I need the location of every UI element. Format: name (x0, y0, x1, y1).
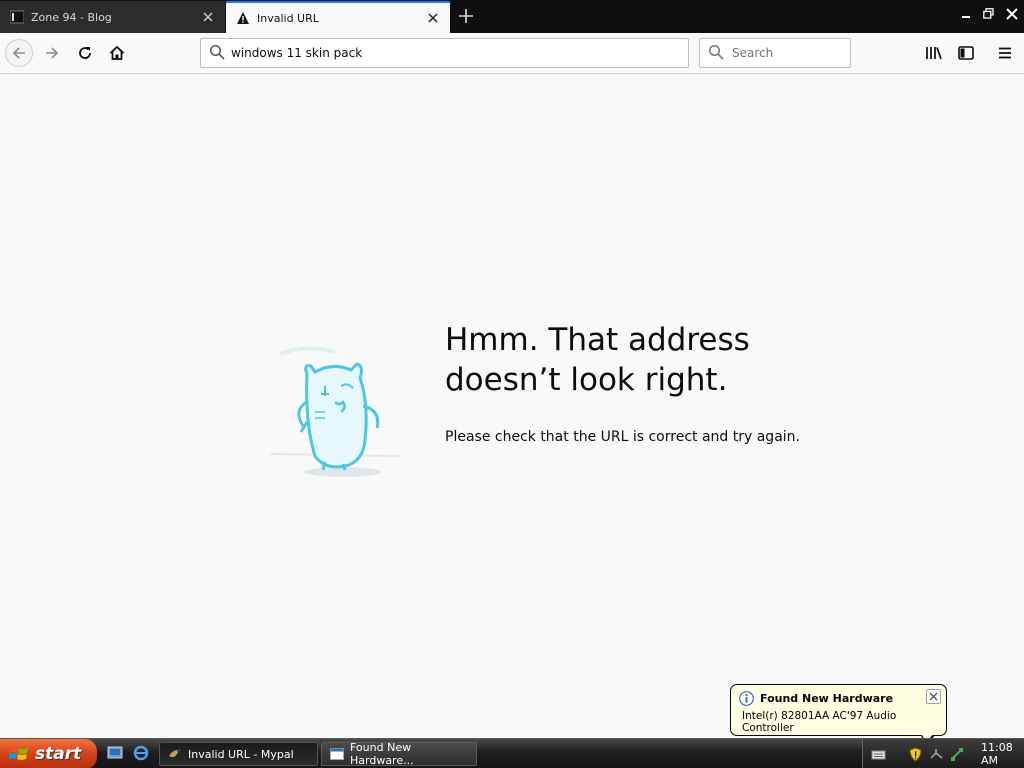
keyboard-icon[interactable] (871, 747, 886, 762)
notification-balloon[interactable]: Found New Hardware Intel(r) 82801AA AC'9… (730, 684, 947, 736)
clock: 11:08 AM (981, 741, 1013, 767)
error-title-line2: doesn’t look right. (445, 362, 728, 398)
windows-flag-icon (9, 745, 29, 763)
sidebar-button[interactable] (952, 39, 980, 67)
error-page: Hmm. That address doesn’t look right. Pl… (0, 74, 1024, 738)
window-controls (956, 4, 1024, 23)
start-label: start (35, 744, 82, 764)
hamburger-menu-icon (999, 47, 1011, 59)
close-tab-icon[interactable] (426, 11, 440, 25)
tab-label: Zone 94 - Blog (31, 10, 112, 24)
search-icon (209, 44, 225, 63)
show-desktop-icon[interactable] (104, 742, 126, 764)
balloon-message: Intel(r) 82801AA AC'97 Audio Controller (742, 710, 897, 734)
close-window-button[interactable] (1002, 4, 1021, 23)
taskbar: start Invalid URL - Mypal Found New Hard… (0, 738, 1024, 768)
arrow-left-icon (12, 47, 25, 59)
balloon-close-button[interactable] (926, 689, 941, 704)
home-button[interactable] (103, 39, 131, 67)
home-icon (109, 45, 125, 60)
restore-button[interactable] (979, 4, 998, 23)
error-title: Hmm. That address doesn’t look right. (445, 320, 865, 400)
network-icon[interactable] (929, 747, 944, 762)
mypal-icon (168, 747, 182, 761)
internet-explorer-icon[interactable] (130, 742, 152, 764)
close-icon (929, 692, 938, 701)
safely-remove-hardware-icon[interactable] (950, 747, 965, 762)
error-illustration (265, 344, 410, 484)
security-shield-icon[interactable] (908, 746, 923, 762)
forward-button[interactable] (38, 39, 66, 67)
tab-invalid-url[interactable]: Invalid URL (226, 1, 450, 33)
reload-button[interactable] (71, 39, 99, 67)
search-placeholder: Search (732, 46, 774, 60)
info-icon (739, 691, 754, 706)
error-title-line1: Hmm. That address (445, 322, 750, 358)
warning-icon (236, 11, 250, 25)
balloon-title: Found New Hardware (760, 692, 894, 705)
tab-strip: Zone 94 - Blog Invalid URL (0, 0, 1024, 33)
search-icon (708, 44, 724, 63)
site-icon (10, 10, 24, 24)
url-text: windows 11 skin pack (231, 46, 363, 60)
system-tray: 11:08 AM (862, 739, 1024, 768)
back-button[interactable] (5, 39, 33, 67)
library-icon (926, 47, 942, 60)
reload-icon (79, 47, 91, 59)
library-button[interactable] (920, 39, 948, 67)
address-bar[interactable]: windows 11 skin pack (200, 38, 689, 68)
taskbar-item-mypal[interactable]: Invalid URL - Mypal (159, 742, 318, 766)
search-bar[interactable]: Search (699, 38, 851, 68)
tab-zone94-blog[interactable]: Zone 94 - Blog (0, 1, 225, 33)
arrow-right-icon (46, 47, 59, 59)
close-tab-icon[interactable] (201, 10, 215, 24)
tab-label: Invalid URL (257, 11, 319, 25)
task-label: Invalid URL - Mypal (188, 747, 294, 761)
minimize-button[interactable] (956, 4, 975, 23)
navigation-toolbar: windows 11 skin pack Search (0, 33, 1024, 74)
quick-launch (104, 742, 152, 764)
new-tab-button[interactable] (455, 5, 477, 27)
task-label: Found New Hardware... (350, 741, 414, 767)
start-button[interactable]: start (0, 739, 97, 768)
error-description: Please check that the URL is correct and… (445, 429, 800, 445)
menu-button[interactable] (991, 39, 1019, 67)
window-icon (330, 747, 344, 761)
taskbar-item-found-new-hardware[interactable]: Found New Hardware... (321, 741, 477, 767)
sidebar-icon (958, 46, 974, 60)
